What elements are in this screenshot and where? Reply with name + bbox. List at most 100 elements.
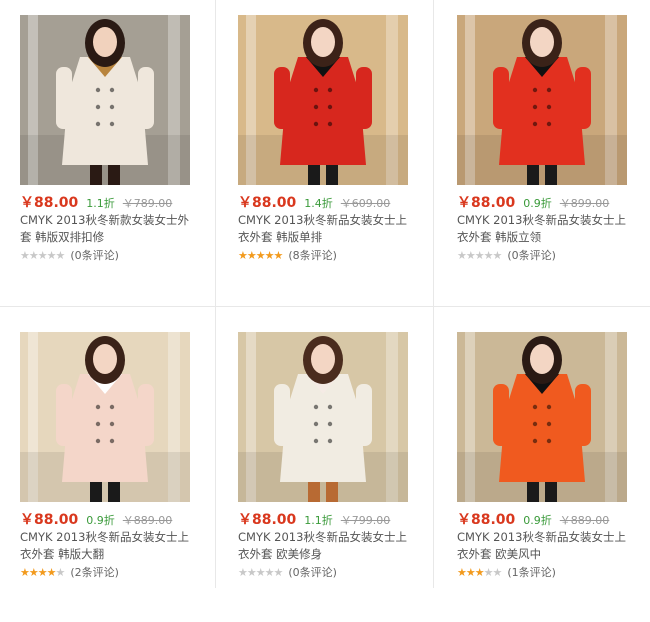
star-rating: ★★★★★ xyxy=(238,566,284,579)
product-title-link[interactable]: CMYK 2013秋冬新款女装女士外套 韩版双排扣修 xyxy=(20,212,200,246)
coat-button xyxy=(327,87,333,93)
coat-button xyxy=(546,438,552,444)
product-title-link[interactable]: CMYK 2013秋冬新品女装女士上衣外套 韩版单排 xyxy=(238,212,418,246)
review-count-link[interactable]: (2条评论) xyxy=(70,566,119,579)
star-icon: ★ xyxy=(20,249,30,262)
coat-button xyxy=(546,421,552,427)
product-photo[interactable] xyxy=(20,332,190,502)
review-count-link[interactable]: (0条评论) xyxy=(288,566,337,579)
star-icon: ★ xyxy=(20,566,30,579)
product-photo[interactable] xyxy=(238,332,408,502)
coat-button xyxy=(109,121,115,127)
price-row: ￥88.00 0.9折 ￥889.00 xyxy=(457,509,650,529)
model-photo xyxy=(457,332,627,502)
coat-button xyxy=(109,104,115,110)
coat-sleeve xyxy=(274,67,290,129)
product-title-link[interactable]: CMYK 2013秋冬新品女装女士上衣外套 韩版立领 xyxy=(457,212,637,246)
star-rating: ★★★★★ xyxy=(20,566,65,579)
coat-button xyxy=(313,87,319,93)
coat-button xyxy=(546,404,552,410)
coat-button xyxy=(546,104,552,110)
star-icon: ★ xyxy=(37,566,48,579)
coat-sleeve xyxy=(56,384,72,446)
coat-sleeve xyxy=(274,384,290,446)
star-rating: ★★★★★ xyxy=(20,249,66,262)
price: ￥88.00 xyxy=(238,195,297,211)
star-icon: ★ xyxy=(46,566,57,579)
face xyxy=(93,27,117,57)
face xyxy=(530,27,554,57)
coat-sleeve xyxy=(575,67,591,129)
coat-sleeve xyxy=(356,384,372,446)
row-divider xyxy=(0,306,650,307)
model-photo xyxy=(238,332,408,502)
rating-row: ★★★★★ (0条评论) xyxy=(20,247,119,262)
product-card[interactable]: ￥88.00 1.4折 ￥609.00 CMYK 2013秋冬新品女装女士上衣外套 … xyxy=(238,15,448,305)
star-icon: ★ xyxy=(492,566,503,579)
original-price: ￥799.00 xyxy=(340,514,391,527)
coat-button xyxy=(532,104,538,110)
product-card[interactable]: ￥88.00 0.9折 ￥889.00 CMYK 2013秋冬新品女装女士上衣外套 … xyxy=(20,332,230,622)
discount-rate: 1.4折 xyxy=(304,197,333,210)
star-icon: ★ xyxy=(273,566,284,579)
model-photo xyxy=(238,15,408,185)
coat-sleeve xyxy=(493,384,509,446)
product-photo[interactable] xyxy=(20,15,190,185)
discount-rate: 0.9折 xyxy=(523,514,552,527)
original-price: ￥609.00 xyxy=(340,197,391,210)
discount-rate: 0.9折 xyxy=(86,514,115,527)
product-photo[interactable] xyxy=(238,15,408,185)
product-title-link[interactable]: CMYK 2013秋冬新品女装女士上衣外套 欧美修身 xyxy=(238,529,418,563)
original-price: ￥889.00 xyxy=(559,514,610,527)
coat-sleeve xyxy=(493,67,509,129)
coat-button xyxy=(109,421,115,427)
coat-sleeve xyxy=(56,67,72,129)
price-row: ￥88.00 1.4折 ￥609.00 xyxy=(238,192,438,212)
product-title-link[interactable]: CMYK 2013秋冬新品女装女士上衣外套 欧美风中 xyxy=(457,529,637,563)
star-icon: ★ xyxy=(46,249,57,262)
coat-button xyxy=(95,421,101,427)
coat-button xyxy=(327,104,333,110)
coat-button xyxy=(546,121,552,127)
discount-rate: 1.1折 xyxy=(304,514,333,527)
star-icon: ★ xyxy=(483,566,494,579)
star-icon: ★ xyxy=(483,249,494,262)
star-icon: ★ xyxy=(246,566,257,579)
star-icon: ★ xyxy=(264,249,275,262)
original-price: ￥789.00 xyxy=(122,197,173,210)
star-icon: ★ xyxy=(255,566,266,579)
product-photo[interactable] xyxy=(457,332,627,502)
price: ￥88.00 xyxy=(20,512,79,528)
rating-row: ★★★★★ (1条评论) xyxy=(457,564,556,579)
product-title-link[interactable]: CMYK 2013秋冬新品女装女士上衣外套 韩版大翻 xyxy=(20,529,200,563)
coat-button xyxy=(327,121,333,127)
star-icon: ★ xyxy=(255,249,266,262)
review-count-link[interactable]: (0条评论) xyxy=(70,249,119,262)
star-icon: ★ xyxy=(457,566,467,579)
product-photo[interactable] xyxy=(457,15,627,185)
star-icon: ★ xyxy=(28,249,39,262)
star-rating: ★★★★★ xyxy=(238,249,283,262)
star-icon: ★ xyxy=(37,249,48,262)
price-row: ￥88.00 0.9折 ￥889.00 xyxy=(20,509,220,529)
product-card[interactable]: ￥88.00 0.9折 ￥899.00 CMYK 2013秋冬新品女装女士上衣外套 … xyxy=(457,15,650,305)
coat-button xyxy=(313,404,319,410)
star-icon: ★ xyxy=(492,249,503,262)
discount-rate: 0.9折 xyxy=(523,197,552,210)
face xyxy=(311,344,335,374)
price-row: ￥88.00 1.1折 ￥799.00 xyxy=(238,509,438,529)
review-count-link[interactable]: (8条评论) xyxy=(288,249,337,262)
product-grid: ￥88.00 1.1折 ￥789.00 CMYK 2013秋冬新款女装女士外套 韩版… xyxy=(0,0,650,588)
coat-button xyxy=(95,438,101,444)
review-count-link[interactable]: (1条评论) xyxy=(507,566,556,579)
review-count-link[interactable]: (0条评论) xyxy=(507,249,556,262)
product-card[interactable]: ￥88.00 1.1折 ￥789.00 CMYK 2013秋冬新款女装女士外套 韩版… xyxy=(20,15,230,305)
coat-button xyxy=(532,87,538,93)
star-icon: ★ xyxy=(55,249,66,262)
coat-button xyxy=(313,438,319,444)
product-card[interactable]: ￥88.00 1.1折 ￥799.00 CMYK 2013秋冬新品女装女士上衣外套 … xyxy=(238,332,448,622)
product-card[interactable]: ￥88.00 0.9折 ￥889.00 CMYK 2013秋冬新品女装女士上衣外套 … xyxy=(457,332,650,622)
coat-button xyxy=(313,104,319,110)
price: ￥88.00 xyxy=(457,195,516,211)
rating-row: ★★★★★ (0条评论) xyxy=(457,247,556,262)
